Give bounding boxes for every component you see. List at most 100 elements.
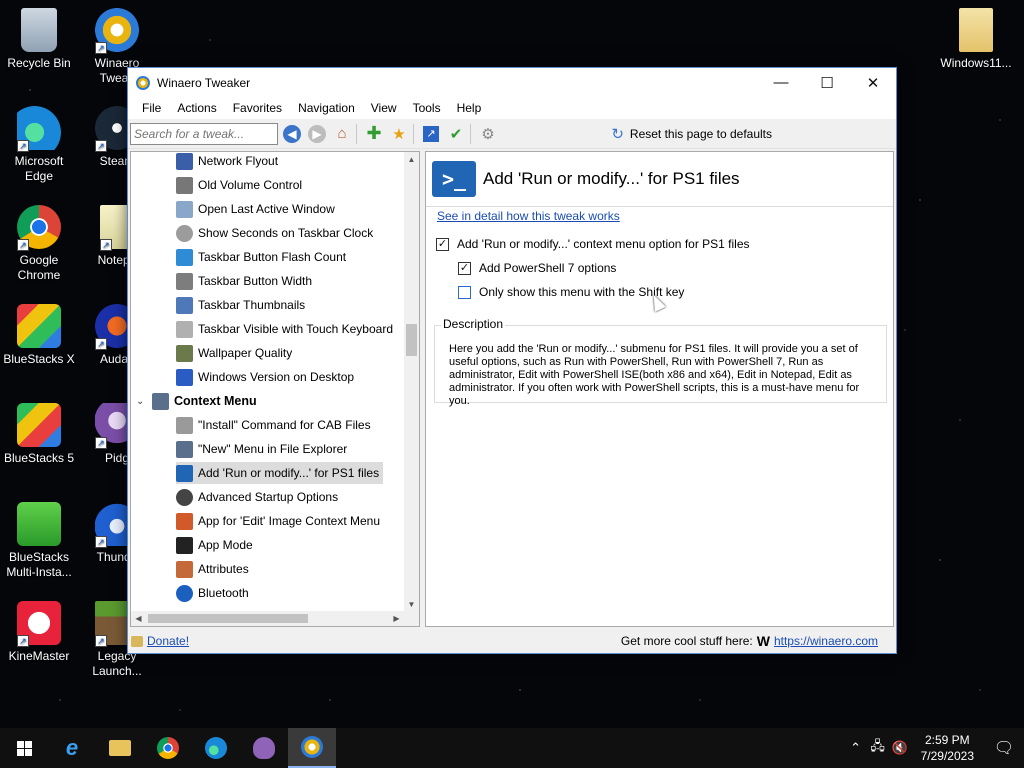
tree-item-touch-keyboard[interactable]: Taskbar Visible with Touch Keyboard [176, 318, 393, 340]
favorites-button[interactable]: ★ [388, 123, 410, 145]
reset-page-button[interactable]: ↻ Reset this page to defaults [611, 125, 772, 143]
start-button[interactable] [0, 728, 48, 768]
tweak-tree: Network Flyout Old Volume Control Open L… [130, 151, 420, 627]
desktop-icon-google-chrome[interactable]: ↗ Google Chrome [0, 205, 78, 283]
menu-view[interactable]: View [363, 101, 405, 115]
desktop-icon-windows11-folder[interactable]: Windows11... [936, 8, 1016, 71]
volume-icon [176, 176, 193, 194]
network-icon[interactable]: 🖧 [867, 737, 889, 759]
desktop-icon-bluestacks-x[interactable]: BlueStacks X [0, 304, 78, 367]
tree-item-label: Windows Version on Desktop [198, 370, 355, 384]
context-menu-icon [152, 392, 169, 410]
taskbar-edge[interactable] [192, 728, 240, 768]
settings-button[interactable]: ⚙ [477, 123, 499, 145]
shortcut-arrow-icon: ↗ [17, 239, 29, 251]
bluestacks-icon [17, 304, 61, 348]
tree-category-label: Context Menu [174, 394, 257, 408]
desktop-icon-microsoft-edge[interactable]: ↗ Microsoft Edge [0, 106, 78, 184]
title-bar[interactable]: Winaero Tweaker — ☐ ✕ [128, 68, 896, 97]
taskbar-pidgin[interactable] [240, 728, 288, 768]
tree-item-app-mode[interactable]: App Mode [176, 534, 253, 556]
tree-item-taskbar-flash-count[interactable]: Taskbar Button Flash Count [176, 246, 346, 268]
clock[interactable]: 2:59 PM 7/29/2023 [921, 732, 974, 764]
tree-item-show-seconds[interactable]: Show Seconds on Taskbar Clock [176, 222, 373, 244]
back-button[interactable]: ◀ [281, 123, 303, 145]
checkbox[interactable]: ✓ [436, 237, 449, 251]
scroll-down-icon[interactable]: ▼ [404, 597, 419, 612]
checkmark-icon: ✔ [449, 125, 463, 143]
minimize-button[interactable]: — [758, 68, 804, 97]
tree-item-new-menu[interactable]: "New" Menu in File Explorer [176, 438, 347, 460]
scroll-right-icon[interactable]: ▶ [389, 611, 404, 626]
tree-item-bluetooth[interactable]: Bluetooth [176, 582, 249, 604]
desktop-icon-bluestacks-multi-instance[interactable]: BlueStacks Multi-Insta... [0, 502, 78, 580]
desktop-icon-kinemaster[interactable]: ↗ KineMaster [0, 601, 78, 664]
menu-tools[interactable]: Tools [405, 101, 449, 115]
shortcut-arrow-icon: ↗ [95, 140, 107, 152]
see-details-link[interactable]: See in detail how this tweak works [437, 209, 620, 223]
tree-item-taskbar-button-width[interactable]: Taskbar Button Width [176, 270, 312, 292]
desktop-icon-label: BlueStacks Multi-Insta... [6, 550, 72, 579]
taskbar: e ⌃ 🖧 🔇 2:59 PM 7/29/2023 🗨 [0, 728, 1024, 768]
panel-header: >_ Add 'Run or modify...' for PS1 files [426, 152, 893, 207]
scrollbar-thumb[interactable] [148, 614, 308, 623]
menu-actions[interactable]: Actions [169, 101, 224, 115]
back-arrow-icon: ◀ [283, 124, 301, 143]
scroll-left-icon[interactable]: ◀ [131, 611, 146, 626]
tree-item-taskbar-thumbnails[interactable]: Taskbar Thumbnails [176, 294, 305, 316]
menu-help[interactable]: Help [449, 101, 490, 115]
tree-item-wallpaper-quality[interactable]: Wallpaper Quality [176, 342, 292, 364]
desktop-icon-bluestacks-5[interactable]: BlueStacks 5 [0, 403, 78, 466]
taskbar-winaero-tweaker[interactable] [288, 728, 336, 768]
taskbar-file-explorer[interactable] [96, 728, 144, 768]
checkbox[interactable]: ✓ [458, 261, 471, 275]
checkbox[interactable] [458, 285, 471, 299]
tree-item-network-flyout[interactable]: Network Flyout [176, 152, 278, 172]
winaero-tweaker-window: Winaero Tweaker — ☐ ✕ File Actions Favor… [127, 67, 897, 654]
tree-item-edit-image-app[interactable]: App for 'Edit' Image Context Menu [176, 510, 380, 532]
menu-favorites[interactable]: Favorites [225, 101, 290, 115]
desktop-icon-recycle-bin[interactable]: Recycle Bin [0, 8, 78, 71]
tree-item-install-cab[interactable]: "Install" Command for CAB Files [176, 414, 371, 436]
cool-stuff-label: Get more cool stuff here: [620, 634, 753, 648]
search-input[interactable] [130, 122, 278, 145]
tree-item-advanced-startup[interactable]: Advanced Startup Options [176, 486, 338, 508]
scrollbar-thumb[interactable] [406, 324, 417, 356]
taskbar-internet-explorer[interactable]: e [48, 728, 96, 768]
clock-date: 7/29/2023 [920, 749, 974, 763]
scroll-up-icon[interactable]: ▲ [404, 152, 419, 167]
taskbar-chrome[interactable] [144, 728, 192, 768]
chevron-down-icon[interactable]: ⌄ [136, 396, 152, 407]
status-right: Get more cool stuff here: W https://wina… [621, 633, 878, 649]
tree-item-label: App Mode [198, 538, 253, 552]
add-favorite-button[interactable]: ✚ [363, 123, 385, 145]
option-powershell-7[interactable]: ✓ Add PowerShell 7 options [458, 261, 616, 275]
winaero-url-link[interactable]: https://winaero.com [774, 634, 878, 648]
shortcut-arrow-icon: ↗ [423, 125, 439, 142]
tree-horizontal-scrollbar[interactable]: ◀ ▶ [131, 611, 419, 626]
chevron-up-icon[interactable]: ⌃ [845, 740, 867, 756]
apply-button[interactable]: ✔ [445, 123, 467, 145]
tree-item-run-or-modify-ps1[interactable]: Add 'Run or modify...' for PS1 files [176, 462, 384, 484]
notification-icon[interactable]: 🗨 [984, 738, 1024, 758]
tree-item-windows-version[interactable]: Windows Version on Desktop [176, 366, 354, 388]
tree-item-old-volume-control[interactable]: Old Volume Control [176, 174, 302, 196]
option-run-or-modify[interactable]: ✓ Add 'Run or modify...' context menu op… [436, 237, 750, 251]
tree-vertical-scrollbar[interactable]: ▲ ▼ [404, 152, 419, 612]
panel-title: Add 'Run or modify...' for PS1 files [483, 169, 740, 188]
menu-navigation[interactable]: Navigation [290, 101, 363, 115]
tree-category-context-menu[interactable]: ⌄ Context Menu [136, 390, 257, 412]
donate-link[interactable]: Donate! [147, 634, 189, 648]
gear-icon: ⚙ [481, 125, 495, 143]
tree-item-open-last-active-window[interactable]: Open Last Active Window [176, 198, 335, 220]
cab-icon [176, 416, 193, 434]
home-button[interactable]: ⌂ [331, 123, 353, 145]
shortcut-button[interactable]: ↗ [420, 123, 442, 145]
tree-item-label: Taskbar Visible with Touch Keyboard [198, 322, 393, 336]
tree-item-attributes[interactable]: Attributes [176, 558, 249, 580]
close-button[interactable]: ✕ [850, 68, 896, 97]
menu-file[interactable]: File [134, 101, 169, 115]
volume-muted-icon[interactable]: 🔇 [889, 740, 911, 756]
maximize-button[interactable]: ☐ [804, 68, 850, 97]
forward-button[interactable]: ▶ [306, 123, 328, 145]
